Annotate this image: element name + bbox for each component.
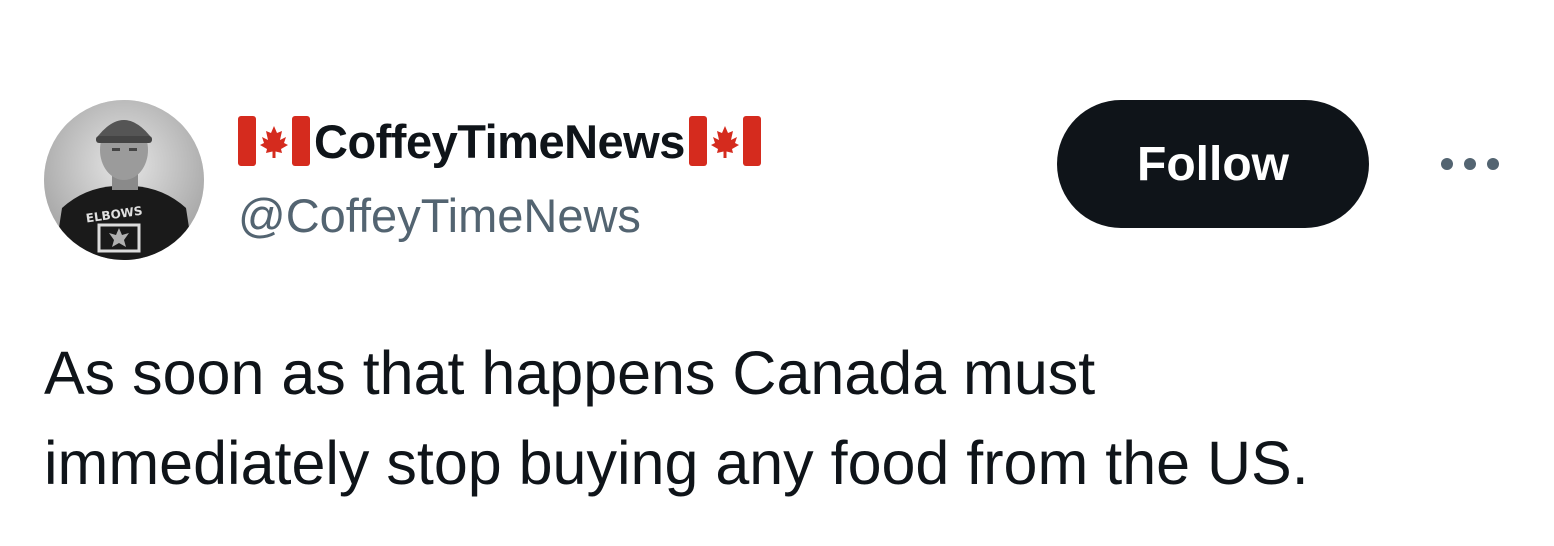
display-name[interactable]: CoffeyTimeNews [314,118,685,165]
author-name-row[interactable]: CoffeyTimeNews [238,112,761,170]
tweet-text: As soon as that happens Canada must imme… [44,339,1309,497]
follow-button[interactable]: Follow [1057,100,1369,228]
author-handle[interactable]: @CoffeyTimeNews [238,192,641,239]
tweet-card: ELBOWS CoffeyTimeNews @CoffeyTimeNews Fo… [0,0,1554,546]
canada-flag-icon [688,116,761,166]
avatar[interactable]: ELBOWS [44,100,204,260]
more-options-button[interactable] [1432,144,1508,184]
avatar-photo: ELBOWS [44,100,204,260]
more-horizontal-icon [1441,158,1499,170]
canada-flag-icon [238,116,310,166]
